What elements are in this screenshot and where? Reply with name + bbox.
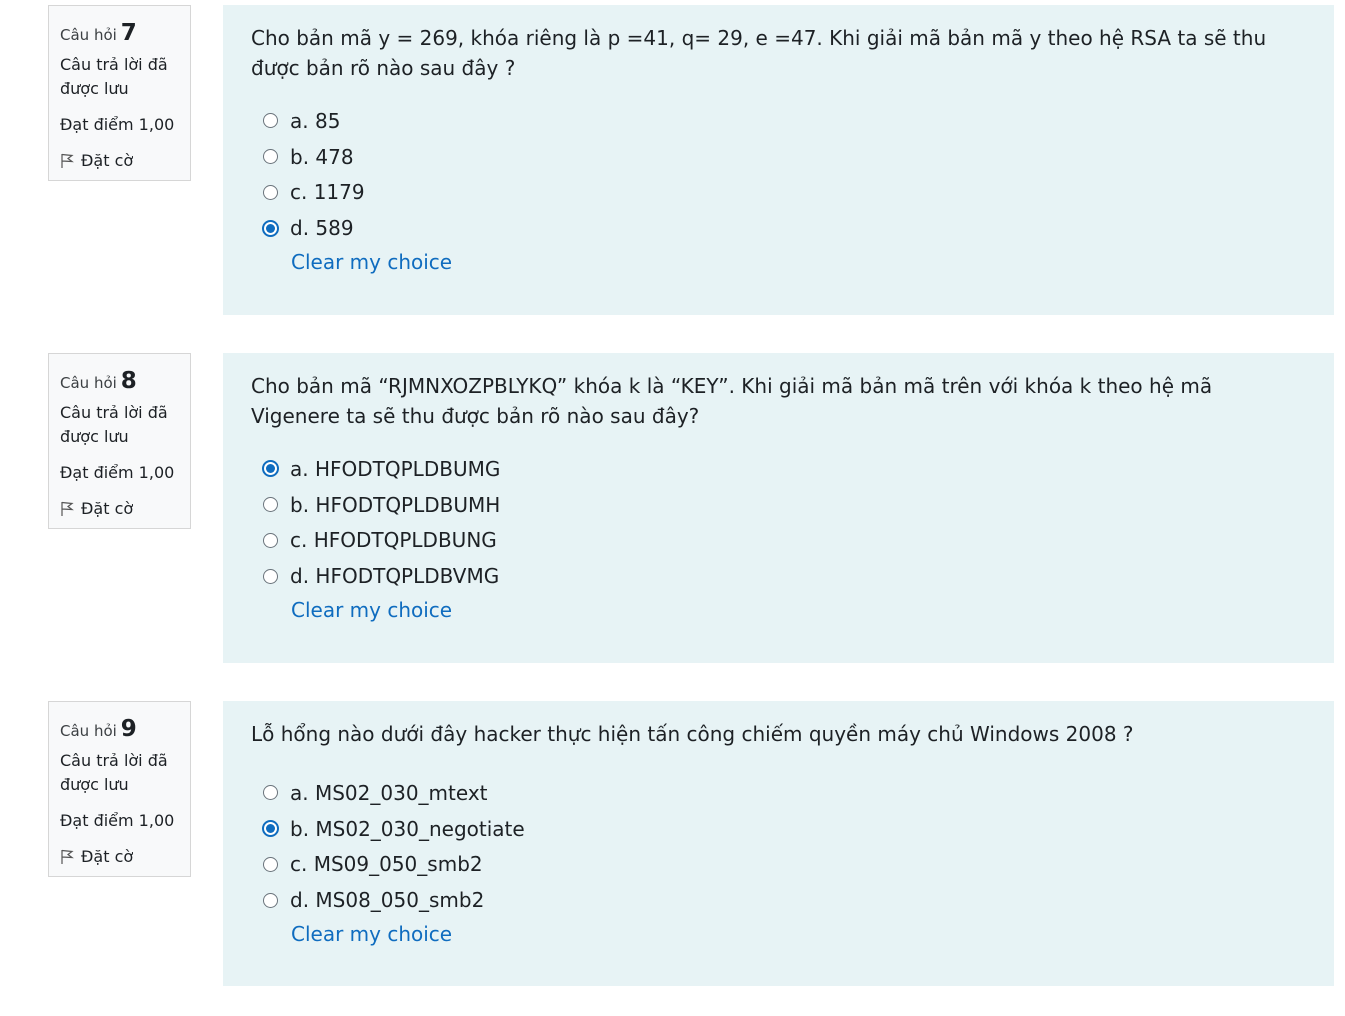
radio-button[interactable]	[263, 497, 278, 513]
answer-label[interactable]: d. 589	[290, 216, 354, 240]
flag-icon	[61, 153, 74, 168]
answer-option-a[interactable]: a. MS02_030_mtext	[251, 775, 1306, 811]
question-grade: Đạt điểm 1,00	[60, 463, 175, 482]
radio-button[interactable]	[263, 892, 278, 908]
answer-option-d[interactable]: d. HFODTQPLDBVMG	[251, 558, 1306, 594]
answer-label[interactable]: c. MS09_050_smb2	[290, 852, 483, 876]
answer-option-c[interactable]: c. HFODTQPLDBUNG	[251, 523, 1306, 559]
answer-label[interactable]: d. HFODTQPLDBVMG	[290, 564, 499, 588]
question-grade: Đạt điểm 1,00	[60, 811, 175, 830]
answer-label[interactable]: b. MS02_030_negotiate	[290, 817, 525, 841]
answer-label[interactable]: b. HFODTQPLDBUMH	[290, 493, 500, 517]
answer-label[interactable]: a. HFODTQPLDBUMG	[290, 457, 500, 481]
question-content-7: Cho bản mã y = 269, khóa riêng là p =41,…	[223, 5, 1334, 315]
flag-question-button[interactable]: Đặt cờ	[60, 497, 180, 521]
question-info-9: Câu hỏi 9 Câu trả lời đã được lưu Đạt điể…	[48, 701, 191, 877]
flag-question-button[interactable]: Đặt cờ	[60, 845, 180, 869]
answer-option-d[interactable]: d. 589	[251, 210, 1306, 246]
radio-button[interactable]	[263, 856, 278, 872]
answer-option-c[interactable]: c. 1179	[251, 175, 1306, 211]
question-state: Câu trả lời đã được lưu	[60, 55, 168, 98]
answer-option-b[interactable]: b. 478	[251, 139, 1306, 175]
flag-label: Đặt cờ	[81, 151, 134, 170]
answer-option-d[interactable]: d. MS08_050_smb2	[251, 882, 1306, 918]
question-content-9: Lỗ hổng nào dưới đây hacker thực hiện tấ…	[223, 701, 1334, 986]
radio-button-selected[interactable]	[262, 219, 279, 237]
question-text: Cho bản mã y = 269, khóa riêng là p =41,…	[251, 26, 1267, 80]
flag-label: Đặt cờ	[81, 499, 134, 518]
flag-icon	[61, 849, 74, 864]
answer-label[interactable]: c. 1179	[290, 180, 365, 204]
question-state: Câu trả lời đã được lưu	[60, 751, 168, 794]
clear-choice-link[interactable]: Clear my choice	[291, 922, 452, 946]
radio-button[interactable]	[263, 785, 278, 801]
question-number: Câu hỏi 9	[60, 714, 180, 744]
question-7: Câu hỏi 7 Câu trả lời đã được lưu Đạt điể…	[0, 0, 1345, 320]
answer-label[interactable]: a. 85	[290, 109, 340, 133]
question-content-8: Cho bản mã “RJMNXOZPBLYKQ” khóa k là “KE…	[223, 353, 1334, 663]
flag-icon	[61, 501, 74, 516]
question-text: Lỗ hổng nào dưới đây hacker thực hiện tấ…	[251, 722, 1134, 746]
question-text: Cho bản mã “RJMNXOZPBLYKQ” khóa k là “KE…	[251, 374, 1213, 428]
radio-button[interactable]	[263, 184, 278, 200]
clear-choice-link[interactable]: Clear my choice	[291, 250, 452, 274]
question-label: Câu hỏi	[60, 374, 117, 392]
answer-option-c[interactable]: c. MS09_050_smb2	[251, 847, 1306, 883]
question-8: Câu hỏi 8 Câu trả lời đã được lưu Đạt điể…	[0, 348, 1345, 668]
answer-option-b[interactable]: b. HFODTQPLDBUMH	[251, 487, 1306, 523]
flag-label: Đặt cờ	[81, 847, 134, 866]
question-number: Câu hỏi 7	[60, 18, 180, 48]
question-number-value: 8	[120, 368, 137, 394]
question-number-value: 9	[120, 716, 137, 742]
answer-label[interactable]: b. 478	[290, 145, 354, 169]
question-label: Câu hỏi	[60, 26, 117, 44]
question-state: Câu trả lời đã được lưu	[60, 403, 168, 446]
flag-question-button[interactable]: Đặt cờ	[60, 149, 180, 173]
answer-label[interactable]: c. HFODTQPLDBUNG	[290, 528, 497, 552]
answer-option-a[interactable]: a. HFODTQPLDBUMG	[251, 451, 1306, 487]
answer-list: a. MS02_030_mtext b. MS02_030_negotiate …	[251, 775, 1306, 918]
radio-button[interactable]	[263, 532, 278, 548]
clear-choice-link[interactable]: Clear my choice	[291, 598, 452, 622]
answer-label[interactable]: d. MS08_050_smb2	[290, 888, 484, 912]
question-grade: Đạt điểm 1,00	[60, 115, 175, 134]
answer-list: a. 85 b. 478 c. 1179 d. 589	[251, 103, 1306, 246]
radio-button-selected[interactable]	[262, 460, 279, 478]
question-info-7: Câu hỏi 7 Câu trả lời đã được lưu Đạt điể…	[48, 5, 191, 181]
answer-label[interactable]: a. MS02_030_mtext	[290, 781, 488, 805]
radio-button[interactable]	[263, 149, 278, 165]
answer-option-b[interactable]: b. MS02_030_negotiate	[251, 811, 1306, 847]
question-number: Câu hỏi 8	[60, 366, 180, 396]
question-label: Câu hỏi	[60, 722, 117, 740]
question-number-value: 7	[120, 20, 137, 46]
radio-button-selected[interactable]	[262, 820, 279, 838]
question-9: Câu hỏi 9 Câu trả lời đã được lưu Đạt điể…	[0, 696, 1345, 1016]
radio-button[interactable]	[263, 113, 278, 129]
question-info-8: Câu hỏi 8 Câu trả lời đã được lưu Đạt điể…	[48, 353, 191, 529]
answer-option-a[interactable]: a. 85	[251, 103, 1306, 139]
radio-button[interactable]	[263, 568, 278, 584]
answer-list: a. HFODTQPLDBUMG b. HFODTQPLDBUMH c. HFO…	[251, 451, 1306, 594]
